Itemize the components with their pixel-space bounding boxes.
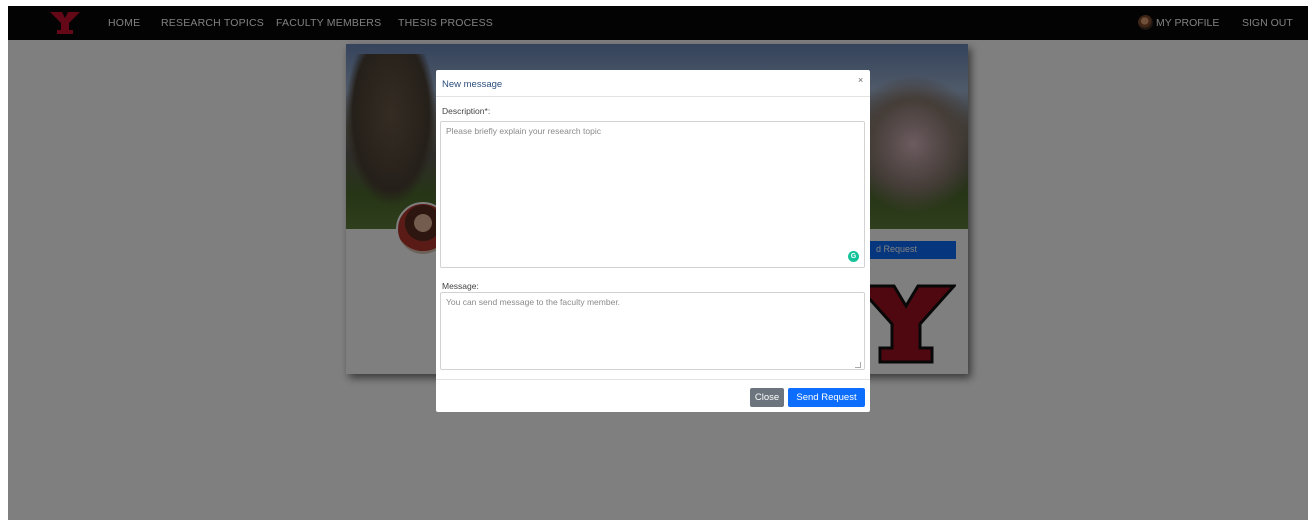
modal-title: New message <box>442 79 503 90</box>
description-field[interactable] <box>440 121 865 268</box>
close-button[interactable]: Close <box>750 388 784 407</box>
modal-header: New message × <box>436 70 870 97</box>
app-frame: HOME RESEARCH TOPICS FACULTY MEMBERS THE… <box>8 6 1308 520</box>
modal-footer-divider <box>436 379 870 380</box>
message-field[interactable] <box>440 292 865 370</box>
grammarly-icon[interactable]: G <box>848 251 859 262</box>
close-icon[interactable]: × <box>858 76 863 85</box>
message-label: Message: <box>442 281 479 291</box>
new-message-modal: New message × Description*: G Message: C… <box>436 70 870 412</box>
resize-grip-icon[interactable] <box>855 362 861 368</box>
description-label: Description*: <box>442 106 491 116</box>
send-request-button[interactable]: Send Request <box>788 388 865 407</box>
